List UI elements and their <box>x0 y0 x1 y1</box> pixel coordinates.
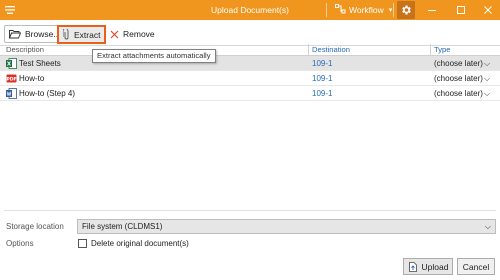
excel-icon <box>6 58 17 69</box>
column-divider[interactable] <box>430 44 431 56</box>
minimize-icon <box>428 10 436 11</box>
upload-label: Upload <box>421 261 449 272</box>
table-row[interactable]: Test Sheets 109-1 (choose later) ⌵ <box>0 56 500 71</box>
storage-location-value: File system (CLDMS1) <box>82 222 163 231</box>
type-select[interactable]: (choose later) <box>434 59 483 68</box>
upload-button[interactable]: Upload <box>403 258 453 275</box>
title-bar: Upload Document(s) Workflow ▾ <box>0 0 500 20</box>
column-divider[interactable] <box>308 44 309 56</box>
word-icon <box>6 88 17 99</box>
cancel-button[interactable]: Cancel <box>457 258 495 275</box>
destination-link[interactable]: 109-1 <box>312 59 332 68</box>
storage-location-label: Storage location <box>6 222 64 231</box>
table-row[interactable]: PDF How-to 109-1 (choose later) ⌵ <box>0 71 500 86</box>
column-header-destination[interactable]: Destination <box>312 45 350 54</box>
remove-label: Remove <box>123 29 155 39</box>
extract-label: Extract <box>74 29 101 40</box>
table-header: Description Destination Type <box>0 44 500 56</box>
destination-link[interactable]: 109-1 <box>312 89 332 98</box>
close-icon <box>110 30 119 38</box>
upload-icon <box>408 261 417 272</box>
destination-link[interactable]: 109-1 <box>312 74 332 83</box>
title-separator <box>326 3 327 17</box>
cancel-label: Cancel <box>462 261 490 272</box>
options-label: Options <box>6 239 34 248</box>
remove-button[interactable]: Remove <box>106 25 159 43</box>
type-select[interactable]: (choose later) <box>434 74 483 83</box>
settings-button[interactable] <box>397 1 415 19</box>
minimize-button[interactable] <box>420 0 444 20</box>
close-icon <box>484 6 492 14</box>
chevron-down-icon[interactable]: ⌵ <box>484 59 490 69</box>
storage-location-select[interactable]: File system (CLDMS1) ⌵ <box>77 219 496 234</box>
section-divider <box>4 210 496 211</box>
document-name: Test Sheets <box>19 59 61 68</box>
folder-open-icon <box>9 30 21 39</box>
svg-text:PDF: PDF <box>6 77 16 83</box>
chevron-down-icon: ⌵ <box>484 222 491 231</box>
workflow-menu[interactable]: Workflow ▾ <box>335 4 392 16</box>
extract-tooltip: Extract attachments automatically <box>92 49 216 63</box>
chevron-down-icon[interactable]: ⌵ <box>484 74 490 84</box>
column-header-description[interactable]: Description <box>6 45 44 54</box>
workflow-icon <box>335 4 346 16</box>
document-name: How-to <box>19 74 45 83</box>
gear-icon <box>402 5 411 15</box>
close-button[interactable] <box>476 0 500 20</box>
browse-label: Browse... <box>25 29 61 39</box>
paperclip-icon <box>63 29 69 40</box>
pdf-icon: PDF <box>6 73 17 84</box>
delete-original-label[interactable]: Delete original document(s) <box>91 239 189 248</box>
workflow-label: Workflow <box>349 5 384 15</box>
document-table: Description Destination Type Test Sheets… <box>0 44 500 101</box>
delete-original-checkbox[interactable] <box>78 239 87 248</box>
extract-button[interactable]: Extract <box>57 25 107 44</box>
maximize-button[interactable] <box>449 0 473 20</box>
toolbar: Browse... Extract Remove <box>0 22 500 46</box>
type-select[interactable]: (choose later) <box>434 89 483 98</box>
maximize-icon <box>457 6 465 14</box>
title-separator <box>393 3 394 17</box>
column-header-type[interactable]: Type <box>434 45 450 54</box>
document-name: How-to (Step 4) <box>19 89 76 98</box>
chevron-down-icon[interactable]: ⌵ <box>484 89 490 99</box>
chevron-down-icon: ▾ <box>388 7 393 14</box>
table-row[interactable]: How-to (Step 4) 109-1 (choose later) ⌵ <box>0 86 500 101</box>
